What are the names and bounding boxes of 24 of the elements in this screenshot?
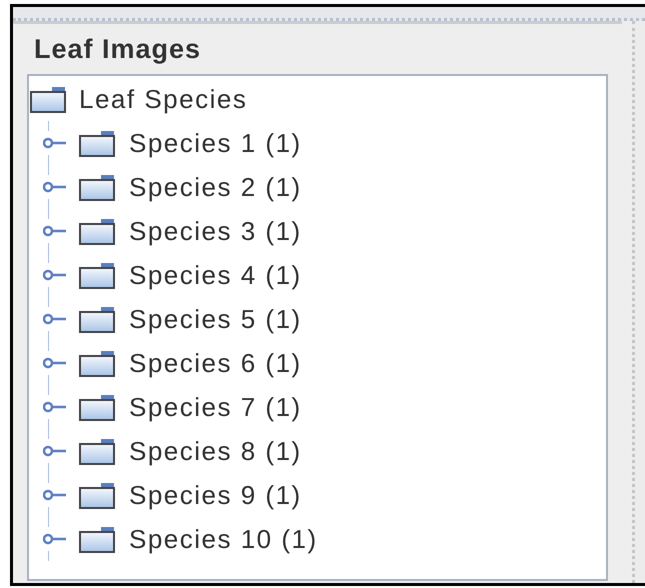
tree-node-label[interactable]: Species 7 (1)	[129, 388, 302, 426]
folder-icon	[79, 350, 115, 376]
folder-icon	[79, 394, 115, 420]
folder-icon	[79, 306, 115, 332]
folder-icon	[79, 482, 115, 508]
folder-icon	[79, 130, 115, 156]
folder-icon	[79, 174, 115, 200]
tree-node-label[interactable]: Species 3 (1)	[129, 212, 302, 250]
tree-node-label[interactable]: Species 2 (1)	[129, 168, 302, 206]
tree-node-label[interactable]: Species 4 (1)	[129, 256, 302, 294]
tree-node-label[interactable]: Species 8 (1)	[129, 432, 302, 470]
folder-icon	[79, 262, 115, 288]
tree-node-label[interactable]: Species 1 (1)	[129, 124, 302, 162]
tree-node-label[interactable]: Leaf Species	[79, 80, 248, 118]
tree-node-label[interactable]: Species 9 (1)	[129, 476, 302, 514]
tree-node-label[interactable]: Species 6 (1)	[129, 344, 302, 382]
folder-icon	[79, 526, 115, 552]
tree-node-label[interactable]: Species 5 (1)	[129, 300, 302, 338]
tree-node-label[interactable]: Species 10 (1)	[129, 520, 318, 558]
tree-view[interactable]: Leaf Species Species 1 (1) Species 2 (1) Species 3 (1) Species 4 (1) Species 5 (1) Species 6 (1) Species 7 (1) Species 8 (1) Species 9 (1) Species 10 (1)	[27, 74, 608, 581]
folder-icon	[79, 438, 115, 464]
folder-icon	[79, 218, 115, 244]
folder-icon	[30, 86, 66, 112]
panel-title: Leaf Images	[33, 32, 202, 66]
